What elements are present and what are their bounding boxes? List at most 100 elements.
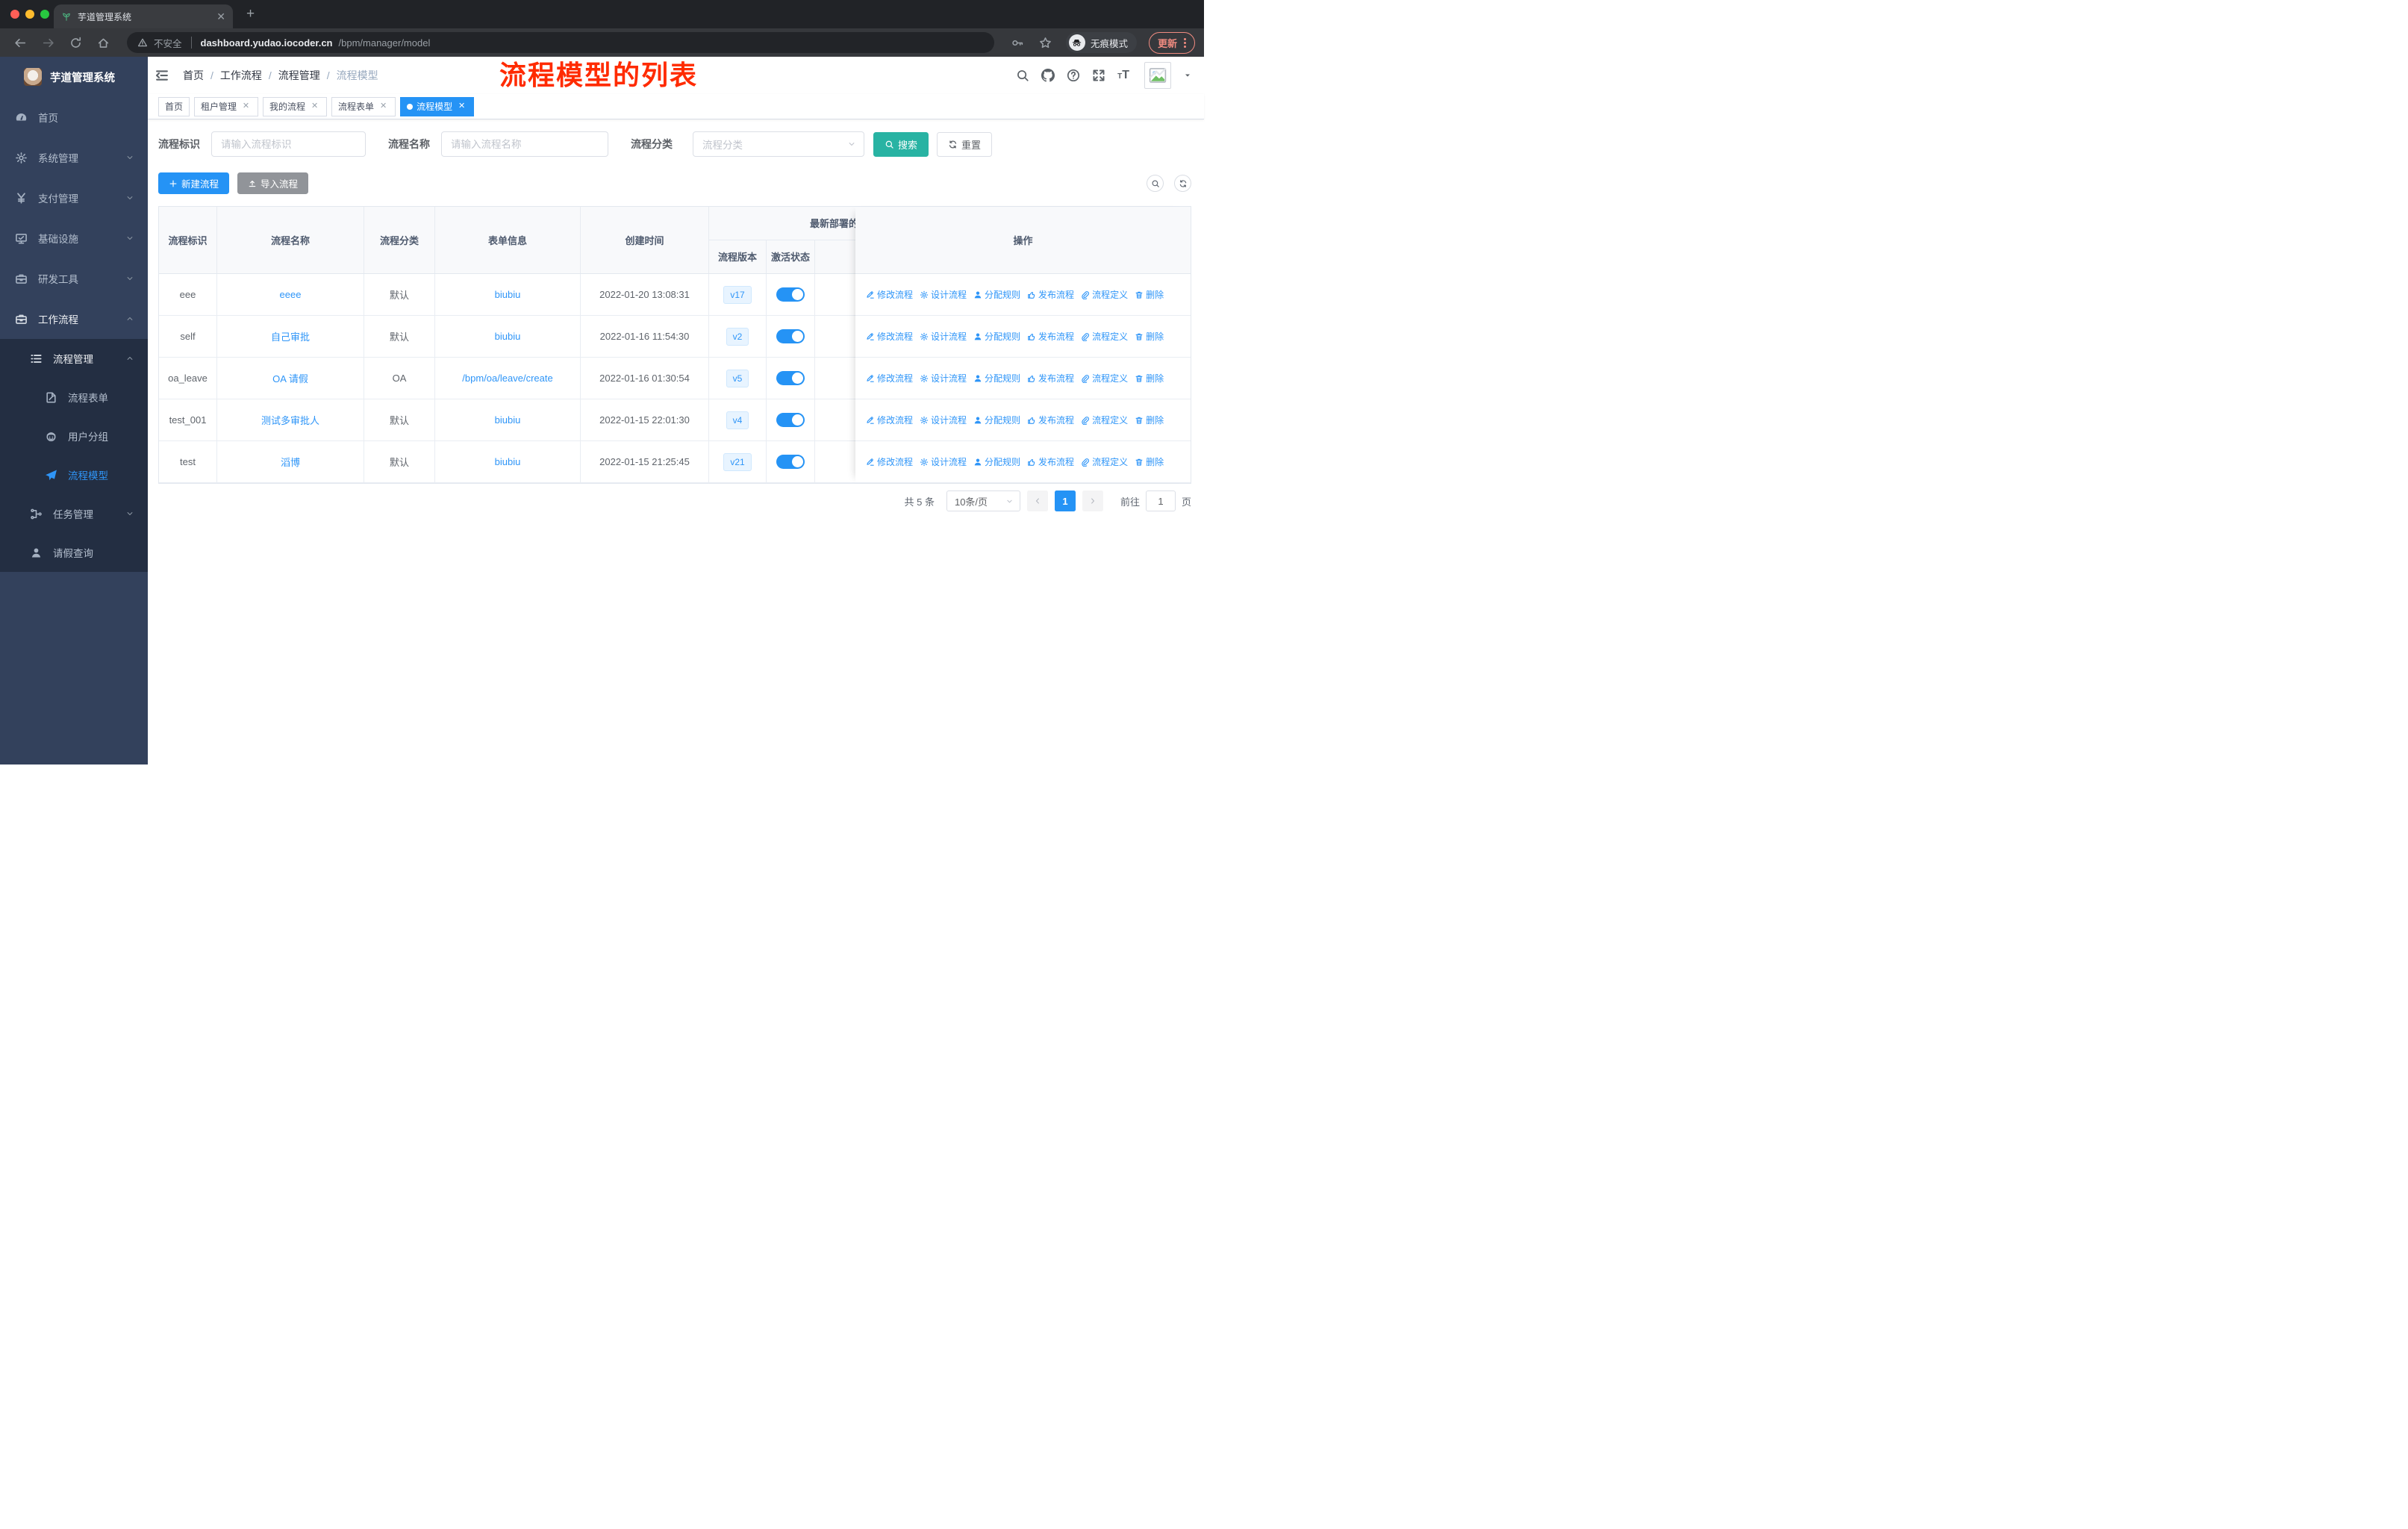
process-name-link[interactable]: 滔博 (281, 455, 300, 469)
help-icon[interactable] (1067, 69, 1080, 82)
font-size-icon[interactable]: TT (1117, 69, 1129, 81)
sidebar-item-task-manage[interactable]: 任务管理 (0, 494, 148, 533)
action-publish-link[interactable]: 发布流程 (1027, 288, 1074, 301)
sidebar-item-home[interactable]: 首页 (0, 97, 148, 137)
tag-process-form[interactable]: 流程表单 ✕ (331, 96, 396, 116)
reload-icon[interactable] (69, 37, 82, 49)
back-icon[interactable] (14, 37, 27, 49)
tag-close-icon[interactable]: ✕ (309, 101, 320, 112)
password-key-icon[interactable] (1011, 37, 1024, 49)
active-toggle[interactable] (776, 413, 805, 427)
search-button[interactable]: 搜索 (873, 131, 929, 157)
action-assign-rule-link[interactable]: 分配规则 (973, 330, 1020, 343)
zoom-window-button[interactable] (40, 10, 49, 19)
sidebar-item-payment[interactable]: 支付管理 (0, 178, 148, 218)
form-info-link[interactable]: biubiu (495, 331, 521, 342)
new-tab-button[interactable]: + (246, 6, 255, 22)
minimize-window-button[interactable] (25, 10, 34, 19)
breadcrumb-workflow[interactable]: 工作流程 (220, 68, 262, 83)
action-edit-link[interactable]: 修改流程 (866, 330, 913, 343)
close-window-button[interactable] (10, 10, 19, 19)
action-definition-link[interactable]: 流程定义 (1081, 330, 1128, 343)
sidebar-item-user-group[interactable]: 用户分组 (0, 417, 148, 455)
breadcrumb-process-manage[interactable]: 流程管理 (278, 68, 320, 83)
action-delete-link[interactable]: 删除 (1135, 288, 1164, 301)
menu-fold-icon[interactable] (155, 68, 169, 83)
process-name-link[interactable]: 测试多审批人 (261, 413, 319, 427)
browser-tab[interactable]: 芋道管理系统 ✕ (54, 4, 233, 28)
github-icon[interactable] (1041, 69, 1055, 82)
address-bar[interactable]: 不安全 dashboard.yudao.iocoder.cn/bpm/manag… (127, 32, 994, 53)
url-path[interactable]: /bpm/manager/model (339, 37, 431, 49)
bookmark-star-icon[interactable] (1039, 37, 1052, 49)
action-publish-link[interactable]: 发布流程 (1027, 414, 1074, 426)
form-info-link[interactable]: biubiu (495, 414, 521, 426)
app-logo[interactable]: 芋道管理系统 (0, 57, 148, 97)
tab-close-icon[interactable]: ✕ (216, 10, 225, 23)
filter-name-input[interactable] (441, 131, 608, 157)
page-size-select[interactable]: 10条/页 (946, 491, 1020, 511)
tag-close-icon[interactable]: ✕ (378, 101, 389, 112)
url-host[interactable]: dashboard.yudao.iocoder.cn (201, 37, 333, 49)
action-design-link[interactable]: 设计流程 (920, 372, 967, 384)
fullscreen-icon[interactable] (1092, 69, 1105, 82)
goto-page-input[interactable] (1145, 491, 1176, 511)
sidebar-item-leave-query[interactable]: 请假查询 (0, 533, 148, 572)
action-publish-link[interactable]: 发布流程 (1027, 330, 1074, 343)
action-design-link[interactable]: 设计流程 (920, 330, 967, 343)
active-toggle[interactable] (776, 329, 805, 343)
action-design-link[interactable]: 设计流程 (920, 288, 967, 301)
action-delete-link[interactable]: 删除 (1135, 330, 1164, 343)
tag-tenant[interactable]: 租户管理 ✕ (194, 96, 259, 116)
not-secure-warning-icon[interactable] (137, 37, 148, 48)
prev-page-icon[interactable] (1026, 491, 1048, 511)
action-delete-link[interactable]: 删除 (1135, 372, 1164, 384)
show-search-icon[interactable] (1147, 175, 1164, 192)
forward-icon[interactable] (42, 37, 54, 49)
action-assign-rule-link[interactable]: 分配规则 (973, 372, 1020, 384)
active-toggle[interactable] (776, 371, 805, 385)
action-edit-link[interactable]: 修改流程 (866, 288, 913, 301)
sidebar-item-system[interactable]: 系统管理 (0, 137, 148, 178)
action-edit-link[interactable]: 修改流程 (866, 455, 913, 468)
tag-my-process[interactable]: 我的流程 ✕ (263, 96, 328, 116)
sidebar-item-infra[interactable]: 基础设施 (0, 218, 148, 258)
import-process-button[interactable]: 导入流程 (237, 172, 309, 194)
action-definition-link[interactable]: 流程定义 (1081, 455, 1128, 468)
home-icon[interactable] (97, 37, 110, 49)
process-name-link[interactable]: OA 请假 (272, 371, 308, 385)
sidebar-item-devtools[interactable]: 研发工具 (0, 258, 148, 299)
sidebar-item-process-manage[interactable]: 流程管理 (0, 339, 148, 378)
form-info-link[interactable]: /bpm/oa/leave/create (462, 373, 552, 384)
tag-process-model[interactable]: 流程模型 ✕ (400, 96, 475, 116)
browser-menu-icon[interactable] (1184, 37, 1186, 48)
reset-button[interactable]: 重置 (937, 131, 993, 157)
action-design-link[interactable]: 设计流程 (920, 455, 967, 468)
tag-close-icon[interactable]: ✕ (456, 101, 467, 112)
sidebar-item-process-model[interactable]: 流程模型 (0, 455, 148, 494)
process-name-link[interactable]: 自己审批 (271, 329, 310, 343)
action-edit-link[interactable]: 修改流程 (866, 414, 913, 426)
sidebar-item-workflow[interactable]: 工作流程 (0, 299, 148, 339)
avatar-caret-icon[interactable] (1183, 71, 1192, 80)
action-definition-link[interactable]: 流程定义 (1081, 288, 1128, 301)
active-toggle[interactable] (776, 287, 805, 302)
form-info-link[interactable]: biubiu (495, 289, 521, 300)
action-delete-link[interactable]: 删除 (1135, 414, 1164, 426)
tag-close-icon[interactable]: ✕ (240, 101, 252, 112)
current-page-button[interactable]: 1 (1054, 491, 1076, 511)
action-publish-link[interactable]: 发布流程 (1027, 455, 1074, 468)
action-design-link[interactable]: 设计流程 (920, 414, 967, 426)
next-page-icon[interactable] (1082, 491, 1103, 511)
tag-home[interactable]: 首页 (158, 96, 190, 116)
sidebar-item-process-form[interactable]: 流程表单 (0, 378, 148, 417)
action-edit-link[interactable]: 修改流程 (866, 372, 913, 384)
action-assign-rule-link[interactable]: 分配规则 (973, 455, 1020, 468)
security-label[interactable]: 不安全 (154, 36, 182, 50)
action-assign-rule-link[interactable]: 分配规则 (973, 414, 1020, 426)
update-label[interactable]: 更新 (1158, 36, 1177, 50)
action-assign-rule-link[interactable]: 分配规则 (973, 288, 1020, 301)
filter-id-input[interactable] (211, 131, 366, 157)
active-toggle[interactable] (776, 455, 805, 469)
avatar[interactable] (1144, 62, 1171, 89)
